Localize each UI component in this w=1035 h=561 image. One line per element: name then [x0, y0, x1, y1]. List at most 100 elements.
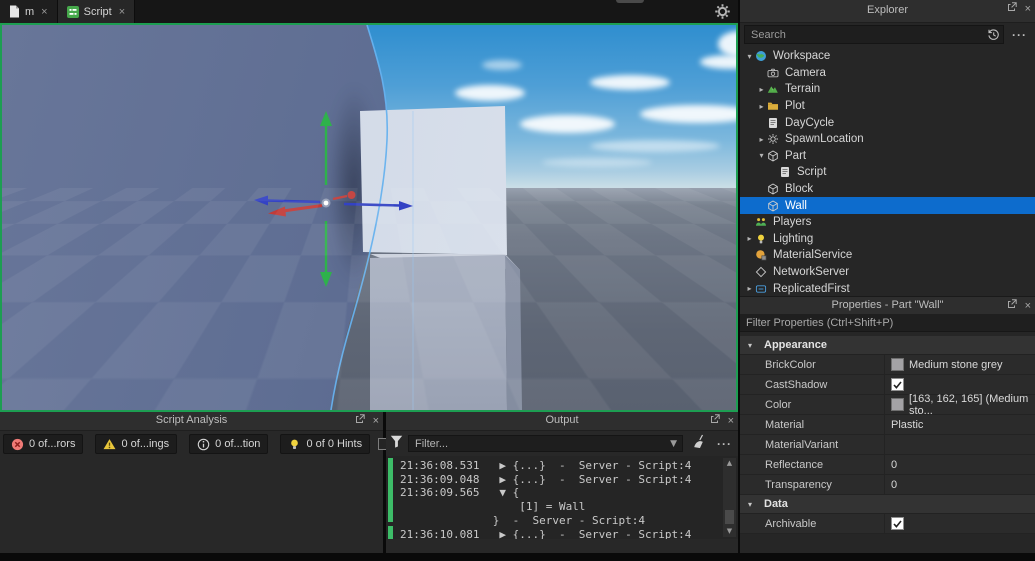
output-filter-dropdown[interactable]: Filter... ▼ — [408, 435, 683, 452]
properties-filter-input[interactable] — [740, 314, 1035, 331]
property-value-text: Plastic — [891, 418, 924, 431]
explorer-menu-icon[interactable]: ··· — [1012, 28, 1027, 42]
tree-item-label: Players — [773, 216, 812, 229]
tree-item-workspace[interactable]: ▾ Workspace — [740, 48, 1035, 65]
badge-warnings[interactable]: 0 of...ings — [95, 434, 178, 454]
replicated-icon — [755, 283, 768, 295]
property-row-material[interactable]: Material Plastic — [740, 415, 1035, 435]
close-icon[interactable]: × — [1025, 300, 1031, 313]
tree-item-networkserver[interactable]: NetworkServer — [740, 264, 1035, 281]
tree-item-part[interactable]: ▾ Part — [740, 148, 1035, 165]
property-value[interactable]: 0 — [884, 475, 1035, 494]
property-row-materialvariant[interactable]: MaterialVariant — [740, 435, 1035, 455]
tree-item-script[interactable]: Script — [740, 164, 1035, 181]
undock-icon[interactable] — [1007, 2, 1017, 16]
search-history-icon[interactable] — [987, 28, 1000, 46]
undock-icon[interactable] — [1007, 299, 1017, 313]
checkbox-checked[interactable] — [891, 378, 904, 391]
collapse-arrow-icon[interactable]: ▾ — [748, 500, 758, 509]
tab-script[interactable]: Script × — [57, 0, 136, 23]
output-line[interactable]: } - Server - Script:4 — [400, 514, 720, 528]
property-value[interactable] — [884, 435, 1035, 454]
badge-infos[interactable]: 0 of...tion — [189, 434, 269, 454]
property-value[interactable] — [884, 514, 1035, 533]
property-value[interactable]: 0 — [884, 455, 1035, 474]
checkbox-checked[interactable] — [891, 517, 904, 530]
tree-item-label: Lighting — [773, 232, 814, 245]
property-row-archivable[interactable]: Archivable — [740, 514, 1035, 534]
property-name: Color — [765, 398, 792, 411]
expand-arrow[interactable]: ▸ — [744, 284, 755, 293]
filter-funnel-icon[interactable] — [390, 435, 403, 453]
close-icon[interactable]: × — [41, 6, 47, 18]
expand-arrow[interactable]: ▸ — [756, 102, 767, 111]
expand-arrow[interactable]: ▾ — [756, 151, 767, 160]
tree-item-players[interactable]: Players — [740, 214, 1035, 231]
3d-viewport[interactable] — [0, 23, 738, 412]
tree-item-wall[interactable]: Wall — [740, 197, 1035, 214]
property-value[interactable] — [884, 375, 1035, 394]
property-row-brickcolor[interactable]: BrickColor Medium stone grey — [740, 355, 1035, 375]
tree-item-materialservice[interactable]: MaterialService — [740, 247, 1035, 264]
tree-item-spawnlocation[interactable]: ▸ SpawnLocation — [740, 131, 1035, 148]
property-value[interactable]: [163, 162, 165] (Medium sto... — [884, 393, 1035, 417]
output-menu-icon[interactable]: ··· — [717, 437, 732, 451]
collapsed-ribbon-handle — [616, 0, 644, 3]
close-icon[interactable]: × — [119, 6, 125, 18]
collapse-arrow-icon[interactable]: ▾ — [748, 341, 758, 350]
badge-hints[interactable]: 0 of 0 Hints — [280, 434, 371, 454]
tree-item-block[interactable]: Block — [740, 181, 1035, 198]
tree-item-camera[interactable]: Camera — [740, 65, 1035, 82]
output-line[interactable]: 21:36:09.048 ▶ {...} - Server - Script:4 — [400, 473, 720, 487]
color-swatch[interactable] — [891, 398, 904, 411]
gear-icon[interactable] — [714, 3, 731, 20]
output-line[interactable]: [1] = Wall — [400, 500, 720, 514]
close-icon[interactable]: × — [373, 415, 379, 428]
output-line[interactable]: 21:36:08.531 ▶ {...} - Server - Script:4 — [400, 459, 720, 473]
tree-item-terrain[interactable]: ▸ Terrain — [740, 81, 1035, 98]
tab-place[interactable]: m × — [0, 0, 58, 23]
badge-errors[interactable]: 0 of...rors — [3, 434, 84, 454]
clear-output-icon[interactable] — [693, 434, 707, 453]
info-icon — [197, 438, 210, 451]
tree-item-label: Camera — [785, 66, 826, 79]
expand-arrow[interactable]: ▸ — [744, 234, 755, 243]
section-label: Data — [764, 498, 788, 510]
undock-icon[interactable] — [710, 414, 720, 428]
output-line[interactable]: 21:36:09.565 ▼ { — [400, 486, 720, 500]
scroll-up-icon[interactable]: ▲ — [723, 458, 736, 469]
scroll-down-icon[interactable]: ▼ — [723, 526, 736, 537]
terrain-icon — [767, 83, 780, 95]
output-scrollbar[interactable]: ▲ ▼ — [723, 458, 736, 537]
script-icon — [66, 5, 79, 18]
expand-arrow[interactable]: ▸ — [756, 135, 767, 144]
expand-arrow[interactable]: ▾ — [744, 52, 755, 61]
output-log[interactable]: 21:36:08.531 ▶ {...} - Server - Script:4… — [386, 456, 738, 539]
tree-item-replicatedfirst[interactable]: ▸ ReplicatedFirst — [740, 280, 1035, 296]
close-icon[interactable]: × — [1025, 3, 1031, 16]
property-row-color[interactable]: Color [163, 162, 165] (Medium sto... — [740, 393, 1035, 417]
color-swatch[interactable] — [891, 358, 904, 371]
log-success-gutter — [388, 526, 393, 539]
property-value[interactable]: Medium stone grey — [884, 355, 1035, 374]
camera-icon — [767, 67, 780, 79]
property-name: Reflectance — [765, 458, 824, 471]
expand-arrow[interactable]: ▸ — [756, 85, 767, 94]
tree-item-plot[interactable]: ▸ Plot — [740, 98, 1035, 115]
property-row-transparency[interactable]: Transparency 0 — [740, 475, 1035, 495]
close-icon[interactable]: × — [728, 415, 734, 428]
output-line[interactable]: 21:36:10.081 ▶ {...} - Server - Script:4 — [400, 528, 720, 539]
section-header-appearance[interactable]: ▾ Appearance — [740, 336, 1035, 355]
badge-label: 0 of...rors — [29, 438, 76, 450]
property-value[interactable]: Plastic — [884, 415, 1035, 434]
section-header-data[interactable]: ▾ Data — [740, 495, 1035, 514]
search-input[interactable] — [745, 26, 1003, 43]
tree-item-daycycle[interactable]: DayCycle — [740, 114, 1035, 131]
properties-grid: ▾ Appearance BrickColor Medium stone grey Ca… — [740, 336, 1035, 534]
tree-item-label: MaterialService — [773, 249, 853, 262]
property-row-reflectance[interactable]: Reflectance 0 — [740, 455, 1035, 475]
badge-label: 0 of...ings — [121, 438, 170, 450]
tree-item-lighting[interactable]: ▸ Lighting — [740, 231, 1035, 248]
scrollbar-thumb[interactable] — [725, 510, 734, 524]
undock-icon[interactable] — [355, 414, 365, 428]
